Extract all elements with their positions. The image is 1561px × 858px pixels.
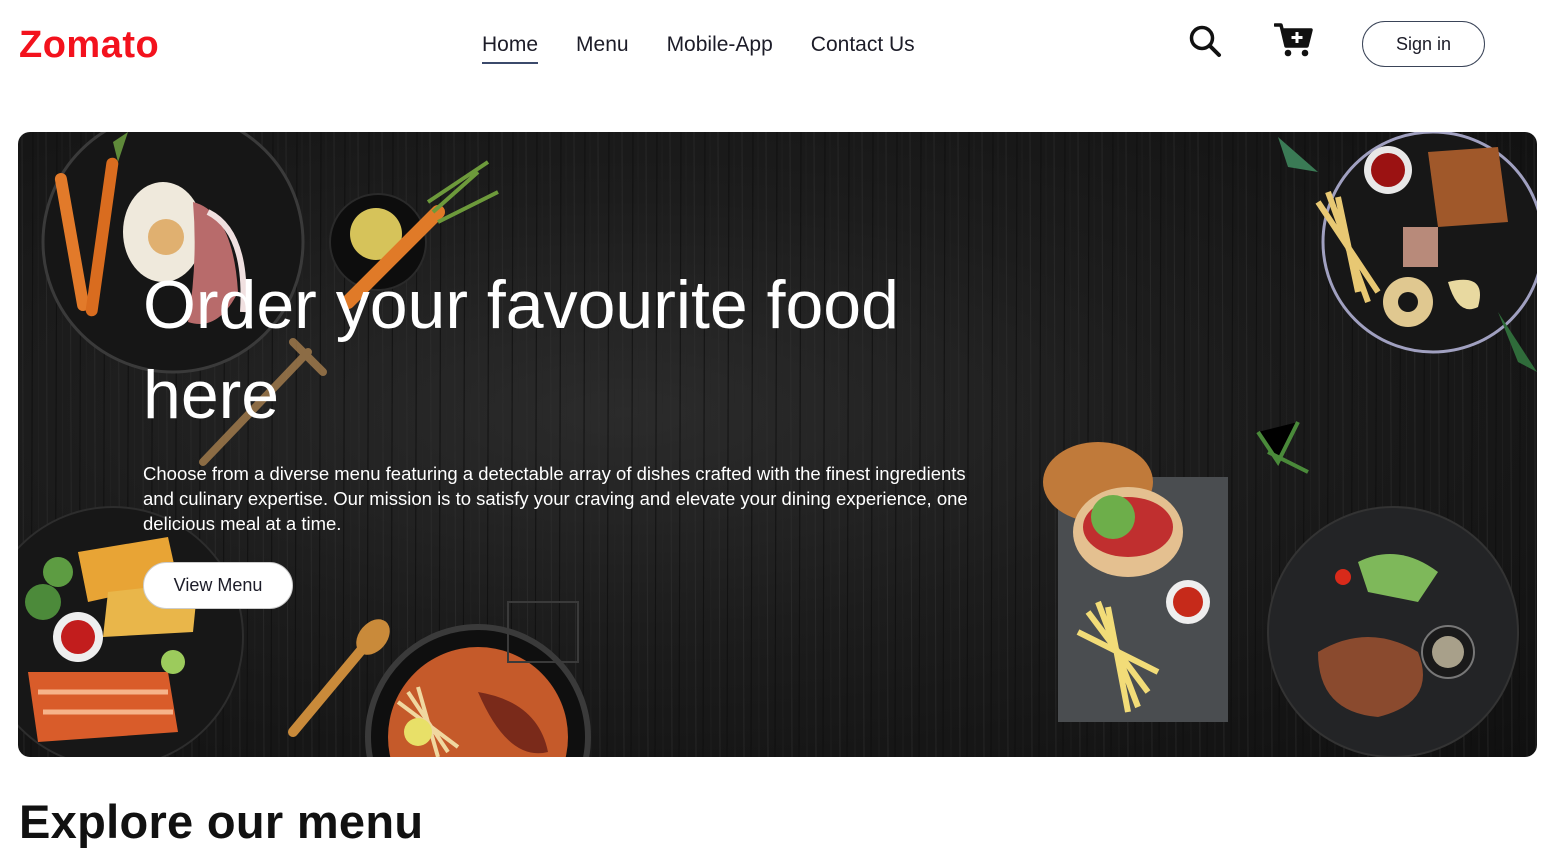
search-icon[interactable] <box>1188 24 1222 63</box>
cart-plus-icon[interactable] <box>1273 22 1314 63</box>
nav-item-menu[interactable]: Menu <box>576 30 629 62</box>
nav-menu: Home Menu Mobile-App Contact Us <box>482 30 915 64</box>
explore-menu-heading: Explore our menu <box>19 795 424 848</box>
sign-in-button[interactable]: Sign in <box>1362 21 1485 67</box>
zomato-logo[interactable]: Zomato <box>19 22 159 68</box>
hero-banner: Order your favourite food here Choose fr… <box>18 132 1537 757</box>
hero-description: Choose from a diverse menu featuring a d… <box>143 463 968 534</box>
hero-title: Order your favourite food here <box>143 267 899 433</box>
navbar: Zomato Home Menu Mobile-App Contact Us S… <box>0 0 1561 92</box>
nav-item-home[interactable]: Home <box>482 30 539 64</box>
view-menu-button[interactable]: View Menu <box>143 562 293 609</box>
nav-item-contact-us[interactable]: Contact Us <box>811 30 915 62</box>
hero-background-image <box>18 132 1537 757</box>
nav-item-mobile-app[interactable]: Mobile-App <box>667 30 773 62</box>
steak-plate-decor <box>1267 506 1519 757</box>
